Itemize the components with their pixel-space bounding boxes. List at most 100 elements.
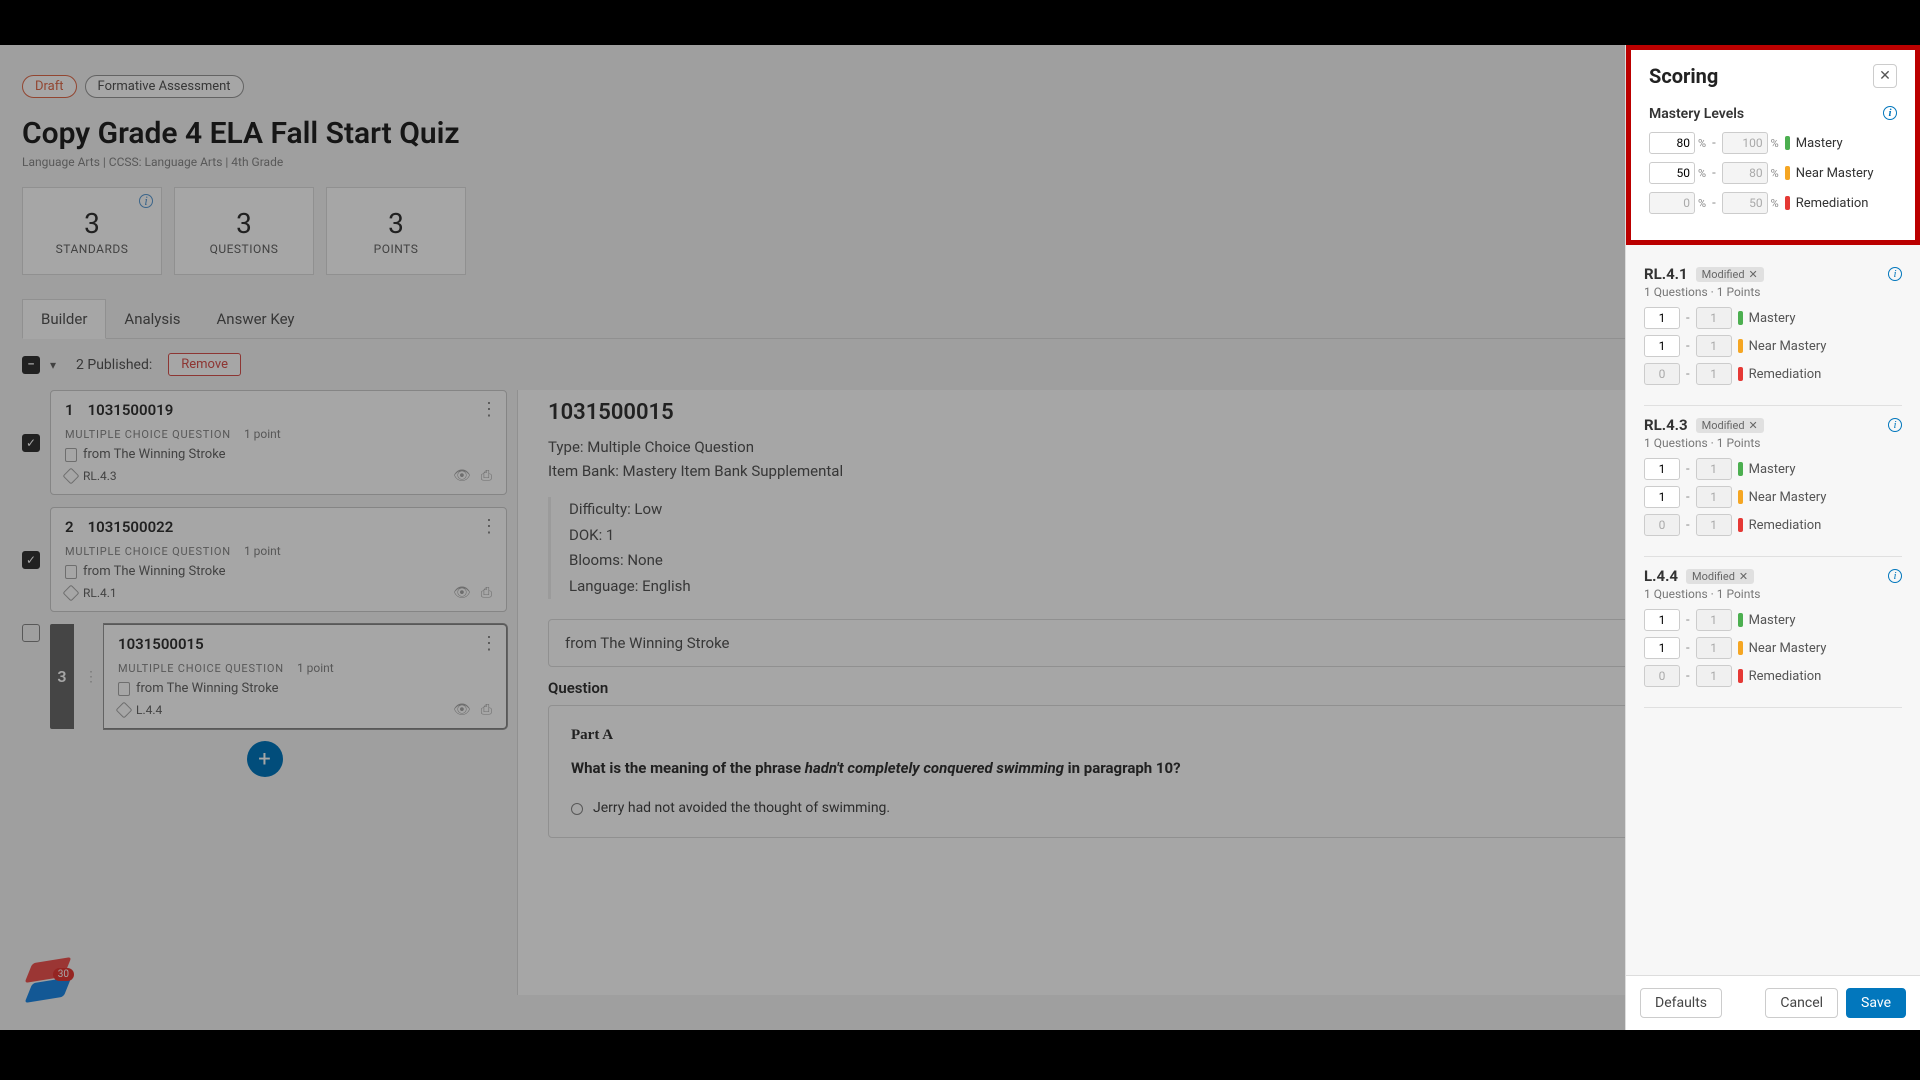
visibility-icon[interactable]: 👁 <box>453 702 471 718</box>
document-icon <box>65 565 77 579</box>
question-standard: RL.4.3 <box>83 469 117 483</box>
question-card-1[interactable]: ⋮ 1 1031500019 MULTIPLE CHOICE QUESTION … <box>50 390 507 495</box>
kebab-icon[interactable]: ⋮ <box>480 633 496 654</box>
visibility-icon[interactable]: 👁 <box>453 468 471 484</box>
select-all-checkbox[interactable]: – <box>22 356 40 374</box>
option-text: Jerry had not avoided the thought of swi… <box>593 798 890 819</box>
breadcrumb: Language Arts | CCSS: Language Arts | 4t… <box>22 155 1898 169</box>
remove-chip-icon[interactable]: ✕ <box>1749 268 1758 281</box>
std-rem-label: Remediation <box>1749 518 1822 533</box>
published-count: 2 Published: <box>76 357 152 373</box>
stat-points[interactable]: 3 POINTS <box>326 187 466 275</box>
std-mastery-lo[interactable] <box>1644 609 1680 631</box>
near-label: Near Mastery <box>1796 166 1874 181</box>
question-card-3[interactable]: ⋮ 1031500015 MULTIPLE CHOICE QUESTION 1 … <box>104 624 507 729</box>
near-dot-icon <box>1785 166 1790 180</box>
add-question-button[interactable]: + <box>247 741 283 777</box>
stat-points-label: POINTS <box>374 242 419 256</box>
question-id: 1031500015 <box>118 635 204 653</box>
modified-chip[interactable]: Modified✕ <box>1696 267 1764 282</box>
info-icon[interactable]: i <box>1888 267 1902 281</box>
std-mastery-lo[interactable] <box>1644 458 1680 480</box>
std-rem-hi <box>1696 665 1732 687</box>
std-near-lo[interactable] <box>1644 486 1680 508</box>
document-icon <box>65 448 77 462</box>
std-near-label: Near Mastery <box>1749 339 1827 354</box>
near-dot-icon <box>1738 490 1743 504</box>
select-dropdown-icon[interactable]: ▾ <box>50 358 56 372</box>
std-near-lo[interactable] <box>1644 335 1680 357</box>
std-mastery-label: Mastery <box>1749 613 1796 628</box>
question-type: MULTIPLE CHOICE QUESTION <box>65 428 231 441</box>
defaults-button[interactable]: Defaults <box>1640 988 1722 1018</box>
question-checkbox-1[interactable]: ✓ <box>22 434 40 452</box>
std-near-hi <box>1696 335 1732 357</box>
rem-label: Remediation <box>1796 196 1869 211</box>
stat-questions[interactable]: 3 QUESTIONS <box>174 187 314 275</box>
question-checkbox-3[interactable] <box>22 624 40 642</box>
modified-chip[interactable]: Modified✕ <box>1696 418 1764 433</box>
print-icon[interactable]: ⎙ <box>481 702 492 718</box>
question-points: 1 point <box>244 427 281 441</box>
std-near-lo[interactable] <box>1644 637 1680 659</box>
tab-analysis[interactable]: Analysis <box>106 299 198 338</box>
print-icon[interactable]: ⎙ <box>481 468 492 484</box>
visibility-icon[interactable]: 👁 <box>453 585 471 601</box>
remove-button[interactable]: Remove <box>168 353 241 376</box>
remove-chip-icon[interactable]: ✕ <box>1739 570 1748 583</box>
question-type: MULTIPLE CHOICE QUESTION <box>118 662 284 675</box>
stat-questions-label: QUESTIONS <box>210 242 279 256</box>
question-id: 1031500019 <box>88 401 174 419</box>
document-icon <box>118 682 130 696</box>
kebab-icon[interactable]: ⋮ <box>480 516 496 537</box>
formative-chip: Formative Assessment <box>85 75 244 98</box>
info-icon[interactable]: i <box>139 194 153 208</box>
modified-chip[interactable]: Modified✕ <box>1686 569 1754 584</box>
mastery-levels-label: Mastery Levels <box>1649 106 1744 122</box>
scoring-panel: Scoring ✕ Mastery Levels i % - % Mastery… <box>1625 45 1920 1030</box>
question-card-2[interactable]: ⋮ 2 1031500022 MULTIPLE CHOICE QUESTION … <box>50 507 507 612</box>
rem-high-input <box>1722 192 1768 214</box>
std-near-hi <box>1696 637 1732 659</box>
standard-code: RL.4.3 <box>1644 416 1688 434</box>
cancel-button[interactable]: Cancel <box>1765 988 1838 1018</box>
standard-code: L.4.4 <box>1644 567 1678 585</box>
kebab-icon[interactable]: ⋮ <box>480 399 496 420</box>
save-button[interactable]: Save <box>1846 988 1906 1018</box>
mastery-low-input[interactable] <box>1649 132 1695 154</box>
print-icon[interactable]: ⎙ <box>481 585 492 601</box>
stat-points-value: 3 <box>388 207 404 240</box>
near-dot-icon <box>1738 339 1743 353</box>
mastery-high-input <box>1722 132 1768 154</box>
stat-standards[interactable]: i 3 STANDARDS <box>22 187 162 275</box>
std-mastery-hi <box>1696 609 1732 631</box>
mastery-dot-icon <box>1738 462 1743 476</box>
std-mastery-lo[interactable] <box>1644 307 1680 329</box>
close-button[interactable]: ✕ <box>1873 64 1897 88</box>
standard-sub: 1 Questions · 1 Points <box>1644 436 1902 450</box>
info-icon[interactable]: i <box>1888 569 1902 583</box>
drag-handle-icon[interactable]: ⋮⋮ <box>84 624 94 729</box>
std-rem-hi <box>1696 363 1732 385</box>
rem-low-input <box>1649 192 1695 214</box>
near-high-input <box>1722 162 1768 184</box>
std-rem-lo <box>1644 665 1680 687</box>
mastery-dot-icon <box>1738 311 1743 325</box>
std-rem-label: Remediation <box>1749 669 1822 684</box>
info-icon[interactable]: i <box>1883 106 1897 120</box>
near-low-input[interactable] <box>1649 162 1695 184</box>
question-points: 1 point <box>244 544 281 558</box>
tab-answerkey[interactable]: Answer Key <box>199 299 313 338</box>
stat-questions-value: 3 <box>236 207 252 240</box>
info-icon[interactable]: i <box>1888 418 1902 432</box>
question-type: MULTIPLE CHOICE QUESTION <box>65 545 231 558</box>
notifications-widget[interactable]: 30 <box>30 974 66 1000</box>
tab-builder[interactable]: Builder <box>22 299 106 339</box>
question-points: 1 point <box>297 661 334 675</box>
question-checkbox-2[interactable]: ✓ <box>22 551 40 569</box>
std-mastery-hi <box>1696 458 1732 480</box>
radio-icon[interactable] <box>571 803 583 815</box>
remove-chip-icon[interactable]: ✕ <box>1749 419 1758 432</box>
near-dot-icon <box>1738 641 1743 655</box>
standard-sub: 1 Questions · 1 Points <box>1644 285 1902 299</box>
